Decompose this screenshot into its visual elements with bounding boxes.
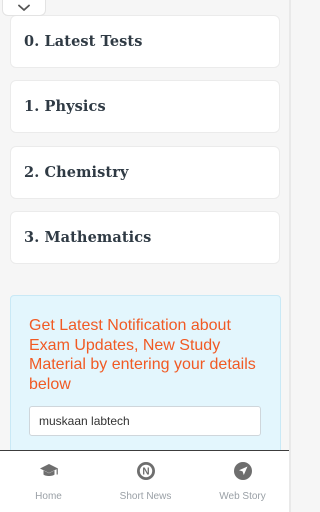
nav-item-short-news[interactable]: N Short News xyxy=(97,451,194,512)
nav-item-label: Web Story xyxy=(219,491,266,502)
svg-text:N: N xyxy=(142,467,149,478)
content-scroll-area[interactable]: 0. Latest Tests 1. Physics 2. Chemistry … xyxy=(0,0,291,450)
subject-card-label: 3. Mathematics xyxy=(24,229,152,246)
subject-card-label: 2. Chemistry xyxy=(24,164,129,181)
subject-card-mathematics[interactable]: 3. Mathematics xyxy=(10,211,280,264)
scrollbar-track xyxy=(289,0,291,512)
nav-item-label: Home xyxy=(35,491,62,502)
notification-signup-box: Get Latest Notification about Exam Updat… xyxy=(10,295,281,450)
nav-item-home[interactable]: Home xyxy=(0,451,97,512)
news-n-icon: N xyxy=(136,461,156,481)
nav-item-web-story[interactable]: Web Story xyxy=(194,451,291,512)
subject-card-latest-tests[interactable]: 0. Latest Tests xyxy=(10,15,280,68)
nav-item-label: Short News xyxy=(119,491,172,502)
navigation-arrow-icon xyxy=(233,461,253,481)
subject-card-chemistry[interactable]: 2. Chemistry xyxy=(10,146,280,199)
bottom-navigation-bar: Home N Short News Web Story xyxy=(0,450,291,512)
collapse-toggle-button[interactable] xyxy=(2,0,46,16)
subject-card-label: 0. Latest Tests xyxy=(24,33,143,50)
notification-message: Get Latest Notification about Exam Updat… xyxy=(29,317,256,393)
chevron-down-icon xyxy=(18,0,30,17)
details-input[interactable] xyxy=(29,406,261,436)
subject-card-physics[interactable]: 1. Physics xyxy=(10,80,280,133)
graduation-cap-icon xyxy=(39,461,59,481)
subject-card-label: 1. Physics xyxy=(24,98,106,115)
